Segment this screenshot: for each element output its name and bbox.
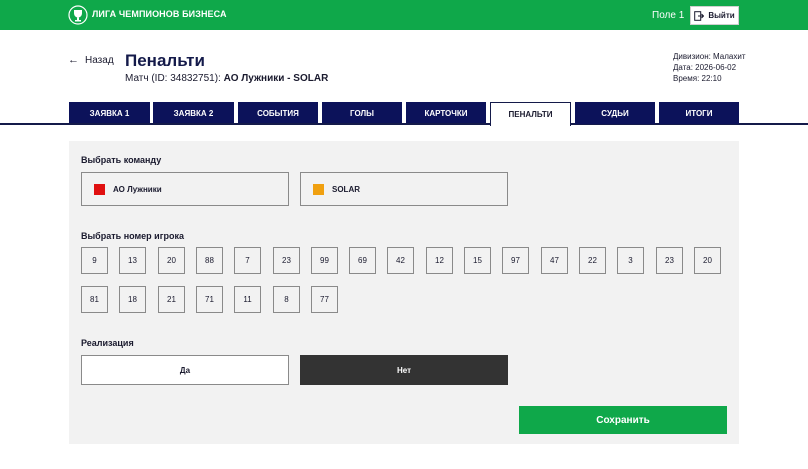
player-number-button[interactable]: 20 [694,247,721,274]
date-text: Дата: 2026-06-02 [673,63,737,72]
player-number-button[interactable]: 12 [426,247,453,274]
tab-penalties[interactable]: ПЕНАЛЬТИ [490,102,571,126]
tab-results[interactable]: ИТОГИ [659,102,739,124]
player-number-button[interactable]: 97 [502,247,529,274]
match-info: Матч (ID: 34832751): АО Лужники - SOLAR [125,73,328,84]
logout-icon [694,10,705,21]
trophy-logo-icon [68,5,88,25]
team-color-swatch [94,183,105,195]
realization-label: Реализация [81,338,134,348]
player-number-button[interactable]: 13 [119,247,146,274]
tab-goals[interactable]: ГОЛЫ [322,102,402,124]
player-number-button[interactable]: 11 [234,286,261,313]
player-number-button[interactable]: 77 [311,286,338,313]
player-number-button[interactable]: 8 [273,286,300,313]
top-bar: ЛИГА ЧЕМПИОНОВ БИЗНЕСА Поле 1 Выйти [0,0,808,30]
division-text: Дивизион: Малахит [673,52,746,61]
player-number-button[interactable]: 22 [579,247,606,274]
team-button-luzhniki[interactable]: АО Лужники [81,172,289,206]
player-number-button[interactable]: 71 [196,286,223,313]
player-number-button[interactable]: 81 [81,286,108,313]
logout-button[interactable]: Выйти [690,6,739,25]
match-meta: Дивизион: Малахит Дата: 2026-06-02 Время… [673,51,746,84]
back-link[interactable]: ← Назад [68,54,114,67]
player-number-button[interactable]: 47 [541,247,568,274]
page-title: Пенальти [125,51,205,70]
brand-name: ЛИГА ЧЕМПИОНОВ БИЗНЕСА [92,9,227,19]
team-name: SOLAR [332,184,360,194]
realization-yes-button[interactable]: Да [81,355,289,385]
field-indicator: Поле 1 [652,10,685,21]
tab-cards[interactable]: КАРТОЧКИ [406,102,486,124]
player-number-button[interactable]: 20 [158,247,185,274]
realization-no-button[interactable]: Нет [300,355,508,385]
team-color-swatch [313,183,324,195]
back-label: Назад [85,55,114,66]
player-number-button[interactable]: 42 [387,247,414,274]
tab-events[interactable]: СОБЫТИЯ [238,102,318,124]
logout-label: Выйти [708,11,735,20]
player-number-button[interactable]: 23 [656,247,683,274]
time-text: Время: 22:10 [673,74,722,83]
player-number-button[interactable]: 9 [81,247,108,274]
player-number-button[interactable]: 15 [464,247,491,274]
player-number-button[interactable]: 69 [349,247,376,274]
player-section-label: Выбрать номер игрока [81,231,184,241]
tab-application-1[interactable]: ЗАЯВКА 1 [69,102,150,124]
player-number-button[interactable]: 3 [617,247,644,274]
save-button[interactable]: Сохранить [519,406,727,434]
match-id-text: Матч (ID: 34832751): [125,73,224,84]
player-number-button[interactable]: 21 [158,286,185,313]
tab-referees[interactable]: СУДЬИ [575,102,655,124]
player-number-button[interactable]: 88 [196,247,223,274]
player-number-button[interactable]: 18 [119,286,146,313]
player-number-button[interactable]: 23 [273,247,300,274]
arrow-left-icon: ← [68,54,79,66]
player-number-button[interactable]: 7 [234,247,261,274]
player-number-button[interactable]: 99 [311,247,338,274]
match-name: АО Лужники - SOLAR [223,73,329,84]
tab-application-2[interactable]: ЗАЯВКА 2 [153,102,234,124]
team-button-solar[interactable]: SOLAR [300,172,508,206]
team-section-label: Выбрать команду [81,155,162,165]
team-name: АО Лужники [113,184,162,194]
